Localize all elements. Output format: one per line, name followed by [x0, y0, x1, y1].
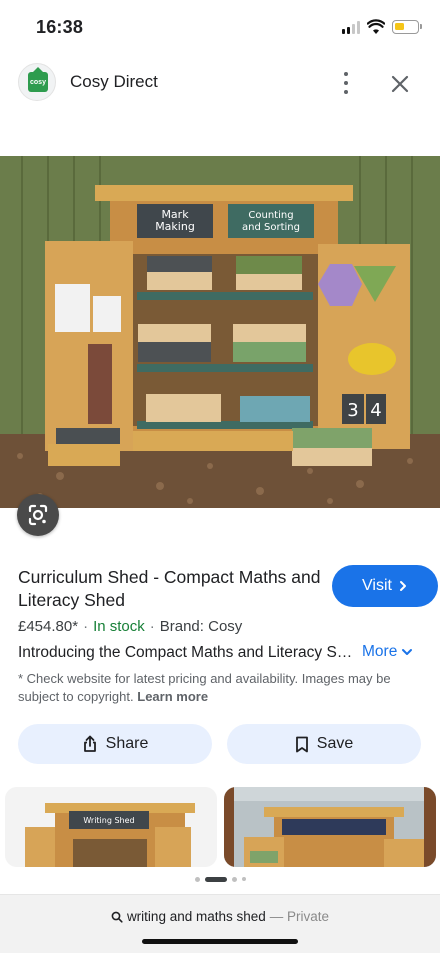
status-bar: 16:38 — [0, 0, 440, 56]
separator-dot: · — [149, 618, 155, 635]
search-icon — [111, 911, 123, 923]
number-tile-4: 4 — [370, 400, 381, 421]
cellular-signal-icon — [342, 21, 362, 34]
page-dot[interactable] — [194, 876, 200, 882]
site-name[interactable]: Cosy Direct — [70, 72, 158, 92]
google-lens-icon — [28, 504, 48, 526]
separator-dot: · — [83, 618, 89, 635]
more-button[interactable]: More — [362, 643, 413, 661]
maths-shed-photo — [224, 787, 436, 867]
writing-shed-photo: Writing Shed — [5, 787, 217, 867]
visit-label: Visit — [362, 577, 392, 594]
close-icon[interactable] — [386, 70, 414, 98]
address-query: writing and maths shed — [126, 909, 266, 924]
save-label: Save — [316, 735, 354, 752]
product-image[interactable]: Mark Making Counting and Sorting 3 4 — [0, 156, 440, 508]
battery-icon — [392, 20, 422, 34]
browser-address-bar[interactable]: writing and maths shed — Private — [0, 894, 440, 953]
address-field[interactable]: writing and maths shed — Private — [0, 909, 440, 924]
sign-mark-making-line2: Making — [155, 220, 195, 233]
disclaimer: * Check website for latest pricing and a… — [18, 670, 428, 706]
home-indicator[interactable] — [142, 939, 298, 944]
chevron-down-icon — [402, 649, 413, 655]
related-result-thumbnail[interactable]: Writing Shed — [5, 787, 217, 867]
product-description: Introducing the Compact Maths and Litera… — [18, 644, 358, 661]
save-button[interactable]: Save — [227, 724, 421, 764]
related-result-thumbnail[interactable] — [224, 787, 436, 867]
private-mode-label: — Private — [269, 909, 330, 924]
number-tile-3: 3 — [347, 400, 358, 421]
learn-more-link[interactable]: Learn more — [137, 689, 208, 704]
chevron-right-icon — [399, 581, 406, 591]
more-vert-icon[interactable] — [334, 70, 358, 96]
share-label: Share — [105, 735, 149, 752]
page-dot[interactable] — [241, 877, 246, 881]
writing-shed-sign: Writing Shed — [83, 816, 134, 825]
page-dot[interactable] — [231, 876, 237, 882]
bookmark-icon — [295, 736, 308, 752]
brand: Brand: Cosy — [159, 618, 243, 635]
product-meta: £454.80* · In stock · Brand: Cosy — [18, 618, 242, 635]
product-title[interactable]: Curriculum Shed - Compact Maths and Lite… — [18, 566, 328, 612]
google-lens-button[interactable] — [17, 494, 59, 536]
status-time: 16:38 — [36, 17, 84, 37]
price: £454.80* — [18, 618, 79, 635]
site-logo[interactable]: cosy — [18, 63, 56, 101]
more-label: More — [362, 643, 398, 660]
result-header: cosy Cosy Direct — [0, 60, 440, 106]
shed-photo: Mark Making Counting and Sorting 3 4 — [0, 156, 440, 508]
sign-counting-line2: and Sorting — [242, 222, 300, 233]
visit-button[interactable]: Visit — [332, 565, 438, 607]
wifi-icon — [367, 19, 385, 34]
page-dot-active[interactable] — [204, 876, 227, 882]
logo-text: cosy — [30, 79, 46, 86]
share-icon — [83, 735, 96, 752]
share-button[interactable]: Share — [18, 724, 212, 764]
carousel-pagination — [0, 872, 440, 886]
stock-status: In stock — [93, 618, 145, 635]
sign-counting-line1: Counting — [248, 210, 293, 221]
